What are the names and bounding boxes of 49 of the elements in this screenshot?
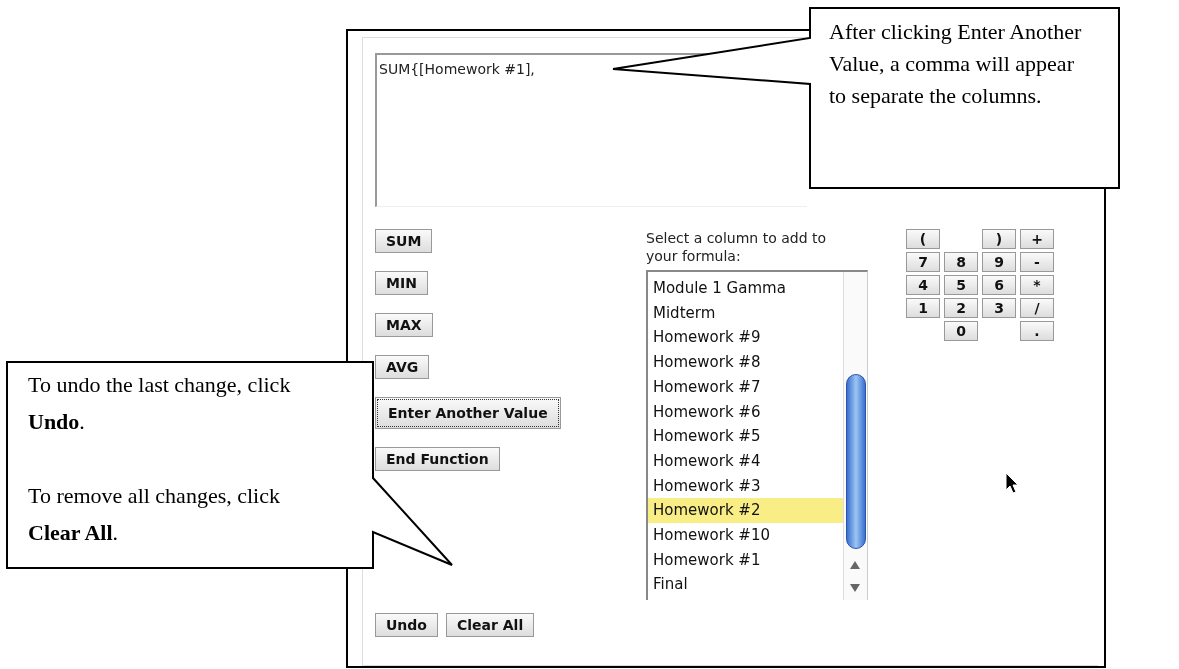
function-button[interactable]: MIN [375,271,428,295]
function-button[interactable]: AVG [375,355,430,379]
column-option[interactable]: Homework #3 [648,473,843,499]
keypad-key[interactable]: - [1020,252,1054,272]
keypad-key[interactable]: 1 [906,298,940,318]
function-button[interactable]: MAX [375,313,433,337]
column-list[interactable]: Module 1 Gamma Midterm Homework #9 Homework #8 Homework #7 Homework #6 Homework #5 Homework #4 Homework #3 Homework #2 Homework #10 Homework #1 Final [646,270,868,600]
column-option[interactable]: Final [648,572,843,598]
keypad-key[interactable]: ( [906,229,940,249]
column-option[interactable]: Homework #5 [648,424,843,449]
column-option[interactable]: Module 1 Gamma [648,276,843,301]
column-picker-label: Select a column to add to your formula: [646,229,828,265]
keypad-key[interactable]: + [1020,229,1054,249]
keypad-key[interactable]: . [1020,321,1054,341]
column-option[interactable]: Homework #4 [648,448,843,474]
keypad-key[interactable]: 2 [944,298,978,318]
column-option[interactable]: Homework #10 [648,523,843,548]
keypad-key[interactable]: 4 [906,275,940,295]
column-option[interactable]: Homework #1 [648,547,843,573]
scroll-down-icon[interactable] [850,584,860,592]
mouse-pointer-icon [1005,472,1019,494]
callout-text: To undo the last change, click Undo. [28,371,292,436]
action-button[interactable]: Undo [375,613,438,637]
function-button[interactable]: End Function [375,447,500,471]
keypad-key[interactable]: 8 [944,252,978,272]
column-option[interactable]: Homework #8 [648,350,843,375]
function-button[interactable]: Enter Another Value [375,397,561,429]
keypad-key[interactable]: / [1020,298,1054,318]
keypad-key[interactable]: * [1020,275,1054,295]
keypad-key[interactable]: 5 [944,275,978,295]
scroll-thumb[interactable] [846,374,866,549]
scroll-up-icon[interactable] [850,561,860,569]
action-button[interactable]: Clear All [446,613,535,637]
keypad-key[interactable]: 9 [982,252,1016,272]
keypad-key[interactable]: ) [982,229,1016,249]
column-option[interactable]: Midterm [648,300,843,326]
column-option[interactable]: Homework #9 [648,325,843,351]
callout-text: To remove all changes, click Clear All. [28,482,281,547]
callout-text: After clicking Enter Another Value, a comma will appear to separate the columns. [829,18,1083,110]
keypad-key[interactable]: 6 [982,275,1016,295]
column-option[interactable]: Homework #6 [648,399,843,425]
function-button[interactable]: SUM [375,229,433,253]
formula-field[interactable]: SUM{[Homework #1], [375,53,807,207]
keypad-key[interactable]: 7 [906,252,940,272]
keypad-key[interactable]: 3 [982,298,1016,318]
column-option[interactable]: Homework #7 [648,374,843,400]
column-option[interactable]: Homework #2 [648,498,843,524]
keypad-key[interactable]: 0 [944,321,978,341]
scrollbar[interactable] [843,272,867,600]
